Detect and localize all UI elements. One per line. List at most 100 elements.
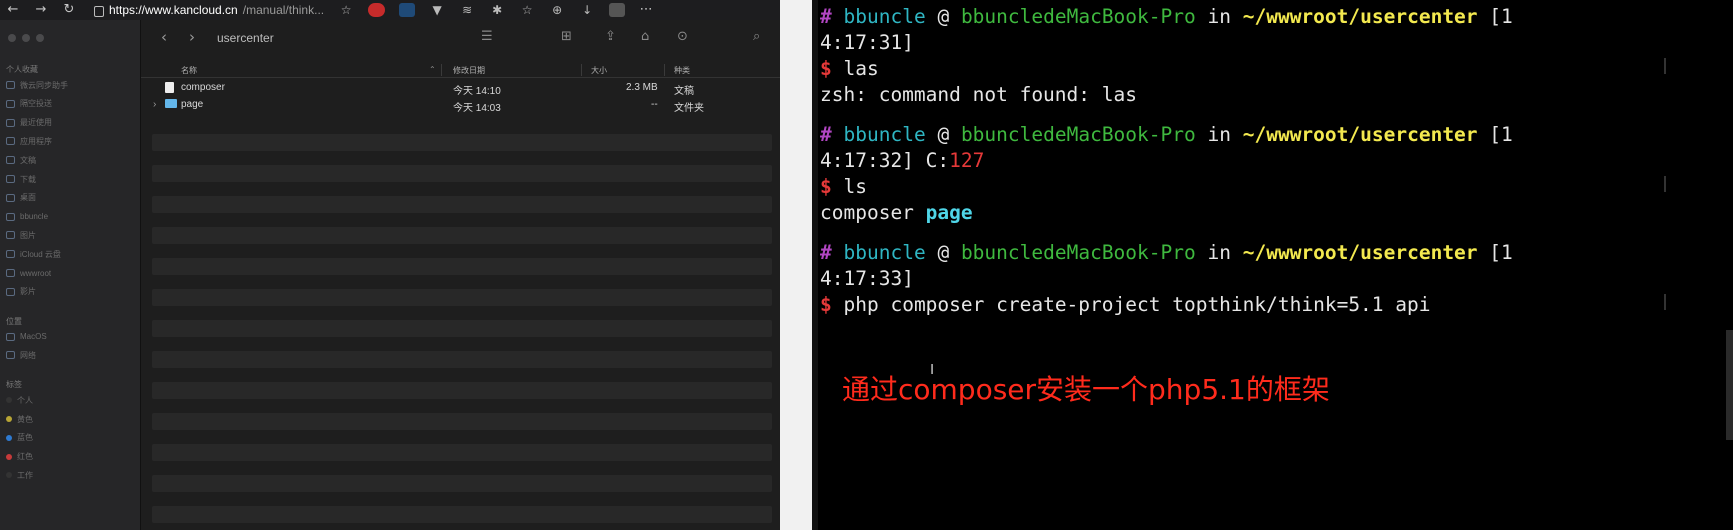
sidebar-item-label: 下载 xyxy=(20,174,36,184)
favorites-icon[interactable]: ☆ xyxy=(519,3,535,17)
column-divider[interactable] xyxy=(441,64,442,76)
sidebar-item[interactable]: 桌面 xyxy=(6,191,36,205)
sidebar-item[interactable]: wwwroot xyxy=(6,266,51,280)
sidebar-item[interactable]: 黄色 xyxy=(6,412,33,426)
sidebar-item[interactable]: 应用程序 xyxy=(6,134,52,148)
empty-row xyxy=(152,475,772,492)
download-icon[interactable]: ↓ xyxy=(579,3,595,17)
folder-icon xyxy=(6,332,15,341)
list-view-icon[interactable]: ☰ xyxy=(481,29,493,44)
finder-toolbar: ‹ › usercenter ☰ ⊞ ⇪ ⌂ ⊙ ⌕ xyxy=(141,20,780,57)
sidebar-item-label: iCloud 云盘 xyxy=(20,249,61,259)
prompt-line: # bbuncle @ bbuncledeMacBook-Pro in ~/ww… xyxy=(820,241,1513,264)
close-button[interactable] xyxy=(8,34,16,42)
sidebar-item-label: 图片 xyxy=(20,230,36,240)
sort-chevron-icon[interactable]: ⌃ xyxy=(429,65,436,74)
column-divider[interactable] xyxy=(581,64,582,76)
empty-row xyxy=(152,289,772,306)
sidebar-item[interactable]: iCloud 云盘 xyxy=(6,247,61,261)
empty-row xyxy=(152,506,772,523)
sidebar-section-title: 个人收藏 xyxy=(6,65,38,74)
avatar[interactable] xyxy=(609,3,626,17)
disclosure-chevron-icon[interactable]: › xyxy=(153,99,156,110)
folder-icon xyxy=(6,212,15,221)
folder-icon xyxy=(165,99,177,108)
sidebar-item[interactable]: 微云同步助手 xyxy=(6,78,68,92)
puzzle-icon[interactable]: ✱ xyxy=(489,3,505,17)
more-menu-icon[interactable]: ⋯ xyxy=(639,0,653,20)
sidebar-item[interactable]: 网络 xyxy=(6,348,36,362)
sidebar-item[interactable]: bbuncle xyxy=(6,210,48,224)
sidebar-item-label: 黄色 xyxy=(17,414,33,424)
star-icon[interactable]: ☆ xyxy=(338,3,354,17)
file-size: 2.3 MB xyxy=(626,82,658,93)
column-name[interactable]: 名称 xyxy=(181,65,197,76)
sidebar-item[interactable]: 文稿 xyxy=(6,153,36,167)
tag-dot-icon xyxy=(6,416,12,422)
column-kind[interactable]: 种类 xyxy=(674,65,690,76)
column-divider[interactable] xyxy=(664,64,665,76)
scrollbar[interactable] xyxy=(1726,330,1733,440)
command-line[interactable]: $ php composer create-project topthink/t… xyxy=(820,292,1431,318)
sidebar-section-title: 标签 xyxy=(6,380,22,390)
sidebar-item[interactable]: MacOS xyxy=(6,330,47,344)
forward-arrow-icon[interactable]: → xyxy=(34,0,48,20)
sidebar-item[interactable]: 蓝色 xyxy=(6,431,33,445)
folder-icon xyxy=(6,156,15,165)
zoom-button[interactable] xyxy=(36,34,44,42)
extension-icon[interactable] xyxy=(399,3,416,17)
reload-icon[interactable]: ↻ xyxy=(62,0,76,20)
folder-icon xyxy=(6,269,15,277)
share-icon[interactable]: ⇪ xyxy=(605,29,616,44)
file-modified: 今天 14:10 xyxy=(453,86,501,97)
tag-icon[interactable]: ⌂ xyxy=(641,29,649,44)
file-row-page[interactable]: › page 今天 14:03 -- 文件夹 xyxy=(141,97,773,114)
forward-button[interactable]: › xyxy=(189,28,195,46)
group-icon[interactable]: ⊞ xyxy=(561,29,572,44)
tag-dot-icon xyxy=(6,472,12,479)
sidebar-item[interactable]: 影片 xyxy=(6,285,36,299)
sidebar-item[interactable]: 最近使用 xyxy=(6,116,52,130)
folder-icon xyxy=(6,231,15,240)
exit-code: 127 xyxy=(949,149,985,172)
sidebar-item[interactable]: 个人 xyxy=(6,393,33,407)
sidebar-item-label: 桌面 xyxy=(20,193,36,203)
sidebar-item-label: MacOS xyxy=(20,332,47,342)
column-header: 名称 ⌃ 修改日期 大小 种类 xyxy=(141,62,780,78)
column-size[interactable]: 大小 xyxy=(591,65,607,76)
collections-icon[interactable]: ⊕ xyxy=(549,3,565,17)
sidebar-section-title: 位置 xyxy=(6,316,22,326)
terminal-window[interactable]: # bbuncle @ bbuncledeMacBook-Pro in ~/ww… xyxy=(818,0,1733,530)
sidebar-item[interactable]: 红色 xyxy=(6,450,33,464)
file-modified: 今天 14:03 xyxy=(453,103,501,114)
action-menu-icon[interactable]: ⊙ xyxy=(677,29,688,44)
vue-extension-icon[interactable]: ▼ xyxy=(429,3,445,17)
sidebar-item[interactable]: 下载 xyxy=(6,172,36,186)
file-kind: 文件夹 xyxy=(674,103,704,114)
finder-window: 个人收藏微云同步助手 隔空投送最近使用应用程序文稿下载桌面 bbuncle 图片 iCl… xyxy=(0,20,780,530)
back-button[interactable]: ‹ xyxy=(161,28,167,46)
prompt-timestamp: 4:17:33] xyxy=(820,267,914,290)
sidebar-item[interactable]: 图片 xyxy=(6,228,36,242)
command-text: php composer create-project topthink/thi… xyxy=(843,293,1431,316)
file-size: -- xyxy=(651,99,658,110)
lock-icon xyxy=(94,5,104,17)
folder-icon xyxy=(6,351,15,360)
address-bar[interactable]: https://www.kancloud.cn/manual/think... xyxy=(94,3,324,17)
column-modified[interactable]: 修改日期 xyxy=(453,65,485,76)
back-arrow-icon[interactable]: ← xyxy=(6,0,20,20)
extension-badge-icon[interactable] xyxy=(368,3,386,17)
sidebar-item[interactable]: 工作 xyxy=(6,468,33,482)
empty-row xyxy=(152,134,772,151)
extension-icon[interactable]: ≋ xyxy=(459,3,475,17)
empty-row xyxy=(152,320,772,337)
sidebar-item[interactable]: 隔空投送 xyxy=(6,97,52,111)
command-output: composer page xyxy=(820,201,973,224)
command-text: ls xyxy=(843,175,867,198)
sidebar-item-label: 文稿 xyxy=(20,155,36,165)
empty-row xyxy=(152,351,772,368)
file-row-composer[interactable]: composer 今天 14:10 2.3 MB 文稿 xyxy=(141,80,773,97)
window-divider xyxy=(780,0,818,530)
search-icon[interactable]: ⌕ xyxy=(753,29,760,44)
minimize-button[interactable] xyxy=(22,34,30,42)
